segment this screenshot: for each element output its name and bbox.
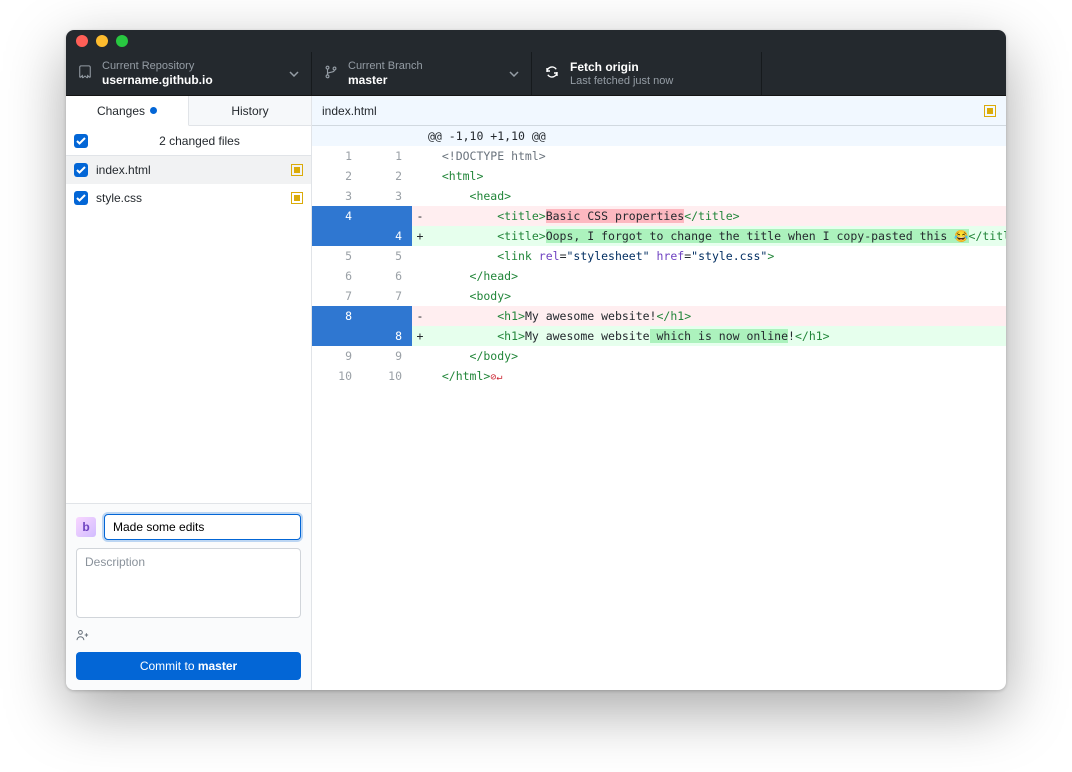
unsaved-indicator-icon: [150, 107, 157, 114]
diff-view[interactable]: @@ -1,10 +1,10 @@11 <!DOCTYPE html>22 <h…: [312, 126, 1006, 690]
fetch-origin-button[interactable]: Fetch origin Last fetched just now: [532, 52, 762, 95]
app-window: Current Repository username.github.io Cu…: [66, 30, 1006, 690]
diff-line[interactable]: 77 <body>: [312, 286, 1006, 306]
diff-line[interactable]: 55 <link rel="stylesheet" href="style.cs…: [312, 246, 1006, 266]
file-name-label: style.css: [96, 191, 283, 205]
diff-panel: index.html @@ -1,10 +1,10 @@11 <!DOCTYPE…: [312, 96, 1006, 690]
commit-description-input[interactable]: [76, 548, 301, 618]
toolbar: Current Repository username.github.io Cu…: [66, 52, 1006, 96]
tab-history-label: History: [231, 104, 268, 118]
tab-changes[interactable]: Changes: [66, 96, 189, 126]
commit-button[interactable]: Commit to master: [76, 652, 301, 680]
modified-badge-icon: [291, 164, 303, 176]
sync-icon: [544, 64, 560, 83]
diff-line[interactable]: 11 <!DOCTYPE html>: [312, 146, 1006, 166]
add-coauthor-button[interactable]: [76, 626, 301, 644]
diff-line[interactable]: 22 <html>: [312, 166, 1006, 186]
repo-label: Current Repository: [102, 60, 213, 72]
diff-hunk-header: @@ -1,10 +1,10 @@: [312, 126, 1006, 146]
diff-line[interactable]: 8- <h1>My awesome website!</h1>: [312, 306, 1006, 326]
modified-badge-icon: [984, 105, 996, 117]
tab-history[interactable]: History: [189, 96, 311, 126]
diff-line[interactable]: 66 </head>: [312, 266, 1006, 286]
avatar: b: [76, 517, 96, 537]
diff-line[interactable]: 4+ <title>Oops, I forgot to change the t…: [312, 226, 1006, 246]
file-list: index.html style.css: [66, 156, 311, 503]
branch-value: master: [348, 73, 423, 87]
diff-line[interactable]: 33 <head>: [312, 186, 1006, 206]
repository-dropdown[interactable]: Current Repository username.github.io: [66, 52, 312, 95]
repo-value: username.github.io: [102, 73, 213, 87]
diff-line[interactable]: 4- <title>Basic CSS properties</title>: [312, 206, 1006, 226]
tab-changes-label: Changes: [97, 104, 145, 118]
file-row[interactable]: style.css: [66, 184, 311, 212]
toolbar-spacer: [762, 52, 1006, 95]
minimize-window-button[interactable]: [96, 35, 108, 47]
commit-summary-input[interactable]: [104, 514, 301, 540]
branch-label: Current Branch: [348, 60, 423, 72]
diff-file-name: index.html: [322, 104, 377, 118]
titlebar: [66, 30, 1006, 52]
fetch-sub: Last fetched just now: [570, 75, 673, 87]
branch-icon: [324, 65, 338, 82]
chevron-down-icon: [509, 71, 519, 77]
diff-line[interactable]: 8+ <h1>My awesome website which is now o…: [312, 326, 1006, 346]
changed-files-bar: 2 changed files: [66, 126, 311, 156]
maximize-window-button[interactable]: [116, 35, 128, 47]
commit-panel: b Commit to master: [66, 503, 311, 690]
modified-badge-icon: [291, 192, 303, 204]
commit-button-prefix: Commit to: [140, 659, 198, 673]
branch-dropdown[interactable]: Current Branch master: [312, 52, 532, 95]
file-name-label: index.html: [96, 163, 283, 177]
repo-icon: [78, 65, 92, 82]
sidebar: Changes History 2 changed files index.ht…: [66, 96, 312, 690]
file-checkbox[interactable]: [74, 163, 88, 177]
commit-button-branch: master: [198, 659, 237, 673]
file-checkbox[interactable]: [74, 191, 88, 205]
file-row[interactable]: index.html: [66, 156, 311, 184]
close-window-button[interactable]: [76, 35, 88, 47]
diff-line[interactable]: 99 </body>: [312, 346, 1006, 366]
diff-file-header: index.html: [312, 96, 1006, 126]
diff-line[interactable]: 1010 </html>⊘↵: [312, 366, 1006, 388]
fetch-label: Fetch origin: [570, 60, 673, 74]
changed-count-label: 2 changed files: [96, 134, 303, 148]
chevron-down-icon: [289, 71, 299, 77]
select-all-checkbox[interactable]: [74, 134, 88, 148]
